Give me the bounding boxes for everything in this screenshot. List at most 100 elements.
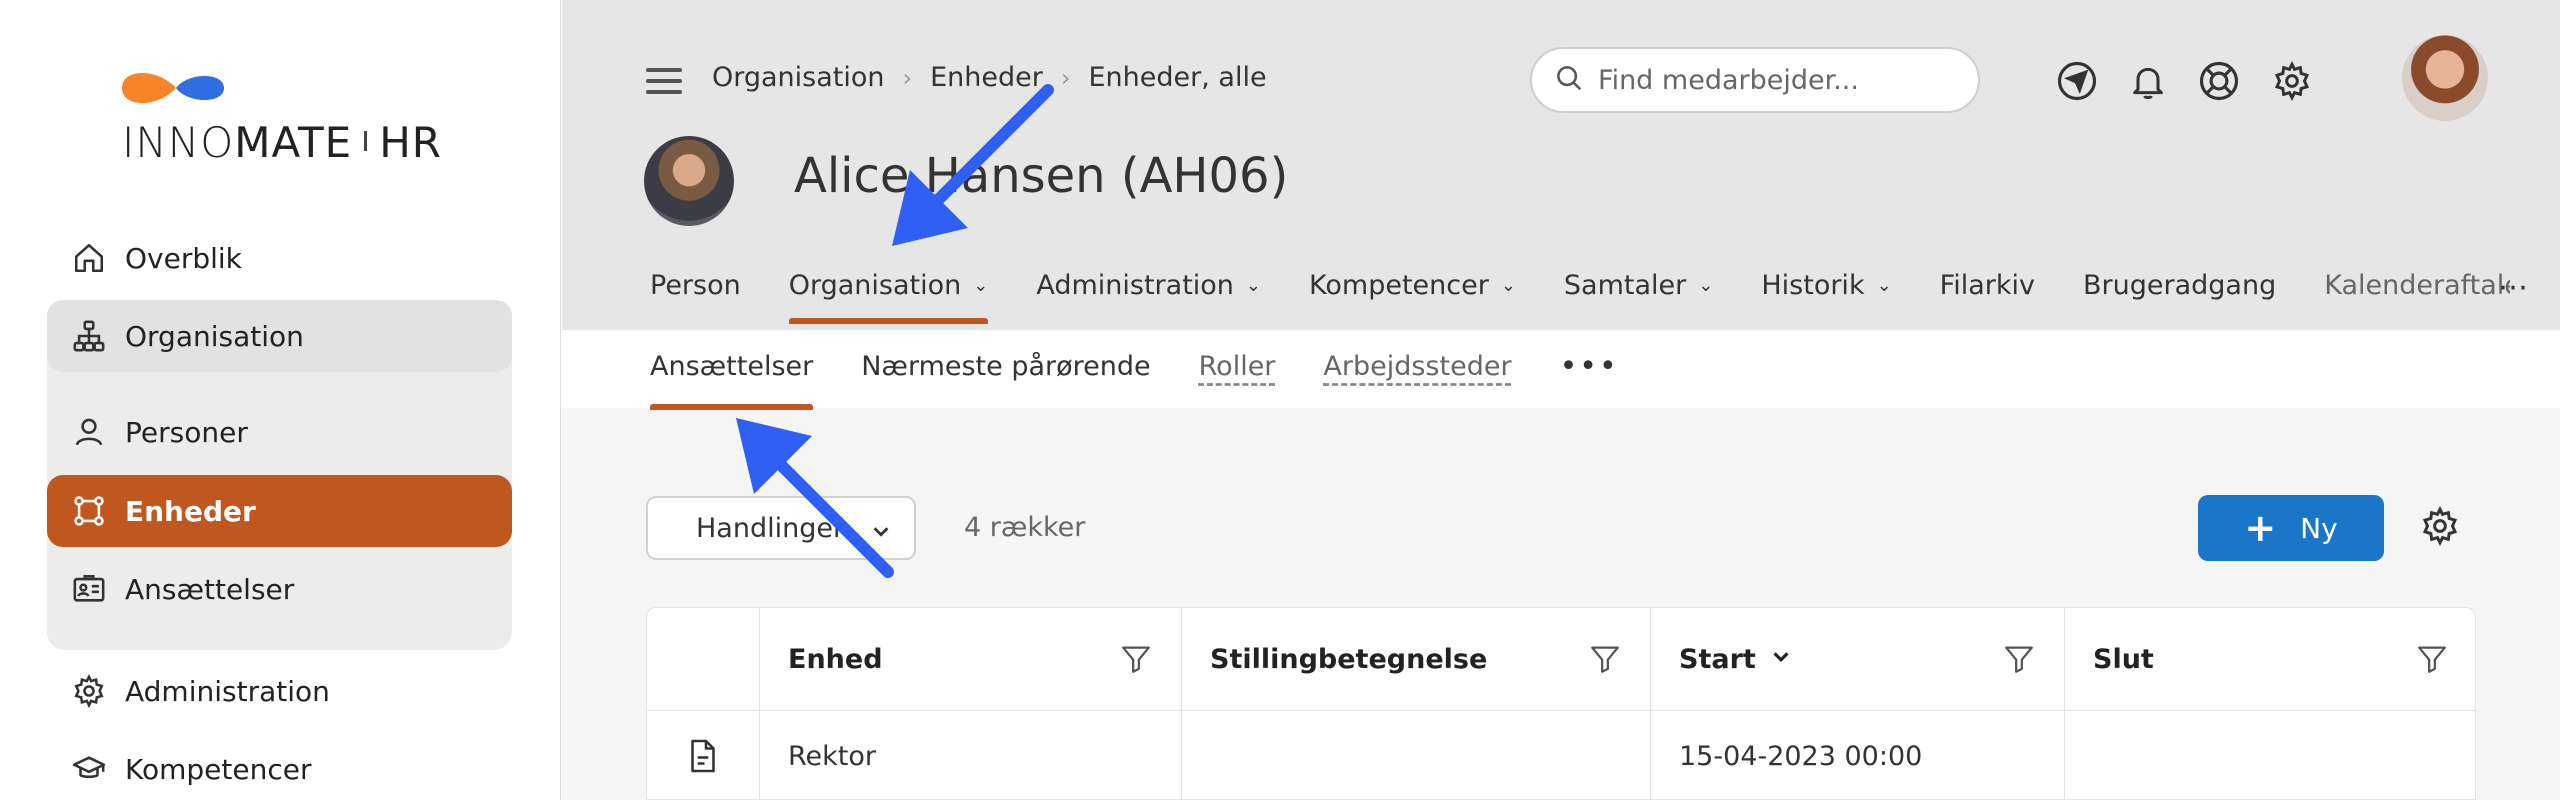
sort-desc-icon[interactable] — [1770, 646, 1792, 673]
chevron-down-icon: ⌄ — [1698, 275, 1714, 296]
tab-label: Brugeradgang — [2083, 270, 2277, 301]
tab-kalenderaftaler[interactable]: Kalenderaftaler — [2324, 270, 2510, 301]
sidebar-item-enheder[interactable]: Enheder — [47, 475, 512, 547]
graduation-cap-icon — [69, 749, 109, 789]
chevron-right-icon: › — [1060, 63, 1071, 92]
column-header-start[interactable]: Start — [1651, 608, 2065, 710]
column-header-enhed[interactable]: Enhed — [760, 608, 1182, 710]
tab-label: Kompetencer — [1309, 270, 1489, 301]
tab-label: Kalenderaftaler — [2324, 270, 2510, 301]
brand-name-part1: INNO — [122, 118, 235, 167]
sidebar-item-label: Enheder — [125, 494, 256, 528]
search-input[interactable] — [1598, 64, 1958, 96]
document-icon[interactable] — [647, 711, 760, 800]
tab-person[interactable]: Person — [650, 270, 741, 301]
main-tabs: Person Organisation ⌄ Administration ⌄ Kom… — [650, 270, 2558, 324]
cell-start: 15-04-2023 00:00 — [1651, 711, 2065, 800]
units-icon — [69, 491, 109, 531]
brand-name-part2: MATE — [234, 118, 353, 167]
person-icon — [69, 412, 109, 452]
subtab-ansaettelser[interactable]: Ansættelser — [650, 351, 814, 410]
chevron-down-icon — [870, 518, 892, 549]
lifebuoy-icon[interactable] — [2196, 58, 2242, 104]
sidebar-item-ansaettelser[interactable]: Ansættelser — [47, 553, 512, 625]
search-box[interactable] — [1530, 47, 1980, 113]
bell-icon[interactable] — [2125, 58, 2171, 104]
filter-icon[interactable] — [2415, 642, 2449, 683]
tab-filarkiv[interactable]: Filarkiv — [1940, 270, 2035, 301]
new-button-label: Ny — [2300, 511, 2338, 545]
tab-brugeradgang[interactable]: Brugeradgang — [2083, 270, 2276, 301]
breadcrumb-item-enheder[interactable]: Enheder — [930, 62, 1043, 93]
brand-logo-text[interactable]: INNOMATE HR — [122, 118, 442, 167]
profile-photo — [644, 136, 734, 226]
home-icon — [69, 238, 109, 278]
subtab-label: Ansættelser — [650, 351, 814, 382]
id-card-icon — [69, 569, 109, 609]
filter-icon[interactable] — [2002, 642, 2036, 683]
chevron-right-icon: › — [902, 63, 913, 92]
tab-organisation[interactable]: Organisation ⌄ — [788, 270, 988, 324]
sidebar-item-label: Personer — [125, 415, 248, 449]
sub-tabs: Ansættelser Nærmeste pårørende Roller Ar… — [650, 349, 1619, 410]
row-count: 4 rækker — [964, 512, 1086, 543]
more-subtabs-icon[interactable]: ••• — [1560, 349, 1619, 384]
column-header-icon — [647, 608, 760, 710]
employments-table: Enhed Stillingbetegnelse Start Slut Rekt… — [646, 607, 2477, 800]
tab-label: Person — [650, 270, 741, 301]
tab-label: Samtaler — [1563, 270, 1687, 301]
admin-gear-icon — [69, 671, 109, 711]
sidebar: INNOMATE HR Overblik Organisation Persone… — [0, 0, 561, 800]
brand-separator — [364, 131, 368, 151]
tab-administration[interactable]: Administration ⌄ — [1036, 270, 1261, 301]
column-header-label: Start — [1679, 643, 1756, 675]
subtab-label: Arbejdssteder — [1323, 351, 1512, 382]
page-title: Alice Hansen (AH06) — [794, 148, 1289, 204]
tab-kompetencer[interactable]: Kompetencer ⌄ — [1309, 270, 1516, 301]
filter-icon[interactable] — [1119, 642, 1153, 683]
actions-dropdown[interactable]: Handlinger — [646, 496, 916, 560]
subtab-label: Roller — [1198, 351, 1276, 382]
filter-icon[interactable] — [1588, 642, 1622, 683]
new-button[interactable]: + Ny — [2198, 495, 2384, 561]
user-avatar[interactable] — [2402, 35, 2488, 121]
breadcrumb-item-organisation[interactable]: Organisation — [712, 62, 885, 93]
cell-stillingbetegnelse — [1182, 711, 1651, 800]
tab-label: Administration — [1036, 270, 1234, 301]
sidebar-item-label: Organisation — [125, 319, 304, 353]
tab-samtaler[interactable]: Samtaler ⌄ — [1564, 270, 1713, 301]
tab-label: Filarkiv — [1939, 270, 2036, 301]
plus-icon: + — [2244, 506, 2277, 550]
column-header-stillingbetegnelse[interactable]: Stillingbetegnelse — [1182, 608, 1651, 710]
gear-icon[interactable] — [2269, 58, 2315, 104]
chevron-down-icon: ⌄ — [1245, 275, 1262, 296]
subtab-naermeste-paaroerende[interactable]: Nærmeste pårørende — [861, 351, 1150, 382]
breadcrumb-item-current: Enheder, alle — [1088, 62, 1267, 93]
column-header-label: Slut — [2093, 643, 2154, 675]
breadcrumb: Organisation › Enheder › Enheder, alle — [712, 62, 1267, 93]
search-icon — [1554, 63, 1584, 97]
sidebar-item-overblik[interactable]: Overblik — [47, 222, 512, 294]
grid-settings-icon[interactable] — [2420, 505, 2466, 552]
column-header-slut[interactable]: Slut — [2065, 608, 2477, 710]
subtab-arbejdssteder[interactable]: Arbejdssteder — [1323, 351, 1511, 382]
chevron-down-icon: ⌄ — [1500, 275, 1516, 296]
menu-toggle-icon[interactable] — [646, 68, 682, 94]
subtab-roller[interactable]: Roller — [1199, 351, 1276, 382]
sidebar-item-label: Ansættelser — [125, 572, 295, 606]
sidebar-item-administration[interactable]: Administration — [47, 655, 512, 727]
subtab-label: Nærmeste pårørende — [861, 351, 1151, 382]
more-tabs-icon[interactable]: ⋯ — [2498, 270, 2528, 305]
brand-name-part3: HR — [379, 118, 442, 167]
sidebar-item-organisation[interactable]: Organisation — [47, 300, 512, 372]
org-chart-icon — [69, 316, 109, 356]
chevron-down-icon: ⌄ — [1876, 275, 1892, 296]
cell-slut — [2065, 711, 2477, 800]
brand-logo-mark[interactable] — [118, 62, 228, 112]
sidebar-item-kompetencer[interactable]: Kompetencer — [47, 733, 512, 800]
column-header-label: Stillingbetegnelse — [1210, 643, 1488, 675]
sidebar-item-label: Overblik — [125, 241, 242, 275]
tab-historik[interactable]: Historik ⌄ — [1761, 270, 1891, 301]
navigate-icon[interactable] — [2054, 58, 2100, 104]
sidebar-item-personer[interactable]: Personer — [47, 396, 512, 468]
